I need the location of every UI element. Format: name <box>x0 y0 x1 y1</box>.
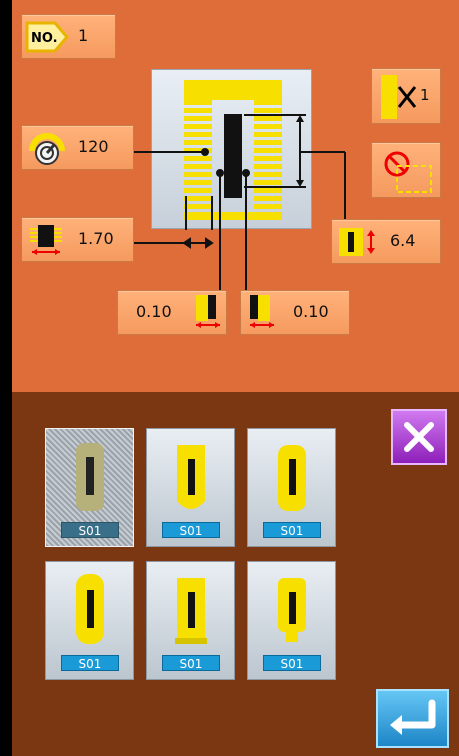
pattern-thumb-label: S01 <box>263 522 321 538</box>
buttonhole-pattern-icon <box>177 445 205 509</box>
buttonhole-pattern-icon <box>175 578 207 644</box>
connector-lines <box>134 148 346 290</box>
pattern-thumb-2[interactable]: S01 <box>146 428 235 547</box>
buttonhole-pattern-icon <box>76 443 104 511</box>
pattern-thumb-label: S01 <box>61 522 119 538</box>
pattern-thumb-1[interactable]: S01 <box>45 428 134 547</box>
pattern-thumb-label: S01 <box>263 655 321 671</box>
pattern-thumb-5[interactable]: S01 <box>146 561 235 680</box>
sewing-setup-screen: NO. 1 120 1.70 1 6.4 0.10 0.10 S01 S01 S… <box>0 0 459 756</box>
pattern-thumb-label: S01 <box>162 522 220 538</box>
pattern-thumb-label: S01 <box>61 655 119 671</box>
pattern-thumb-label: S01 <box>162 655 220 671</box>
close-button[interactable] <box>391 409 447 465</box>
close-icon <box>404 422 434 452</box>
enter-button[interactable] <box>376 689 449 748</box>
pattern-thumb-4[interactable]: S01 <box>45 561 134 680</box>
pattern-thumb-6[interactable]: S01 <box>247 561 336 680</box>
buttonhole-pattern-icon <box>278 578 306 642</box>
buttonhole-pattern-icon <box>278 445 306 511</box>
buttonhole-pattern-icon <box>76 574 104 644</box>
enter-icon <box>390 699 436 735</box>
pattern-thumb-3[interactable]: S01 <box>247 428 336 547</box>
